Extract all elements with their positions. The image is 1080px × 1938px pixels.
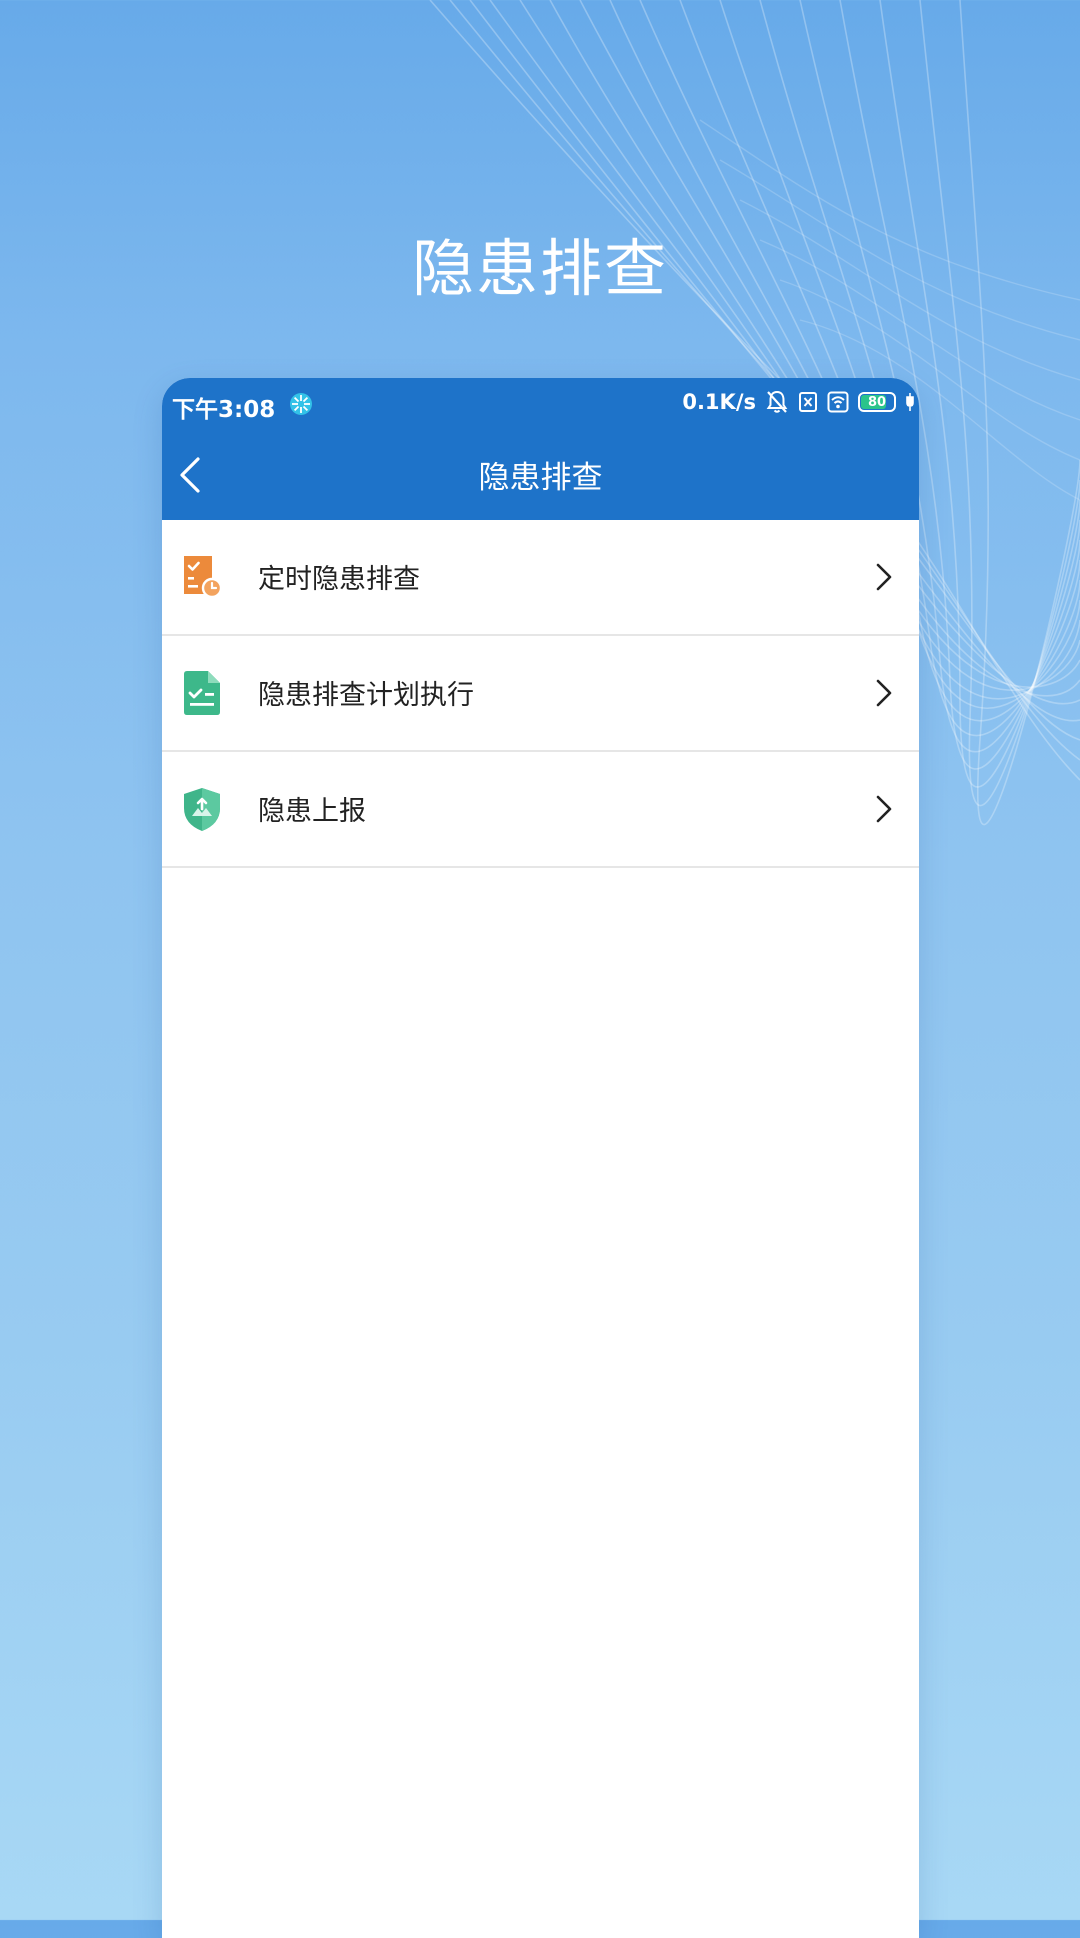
mute-bell-icon [766, 390, 788, 413]
battery-icon: 80 [858, 392, 896, 412]
hero-title: 隐患排查 [411, 232, 668, 305]
network-speed: 0.1K/s [682, 390, 756, 414]
menu-item-label: 隐患上报 [258, 796, 366, 827]
plan-checklist-icon [184, 671, 220, 715]
chevron-right-icon [876, 563, 892, 591]
wifi-icon [827, 391, 849, 413]
app-bar: 下午3:08 0.1K/s 80 隐患排查 [162, 378, 919, 520]
sim-off-icon [799, 392, 817, 412]
menu-list: 定时隐患排查 隐患排查计划执行 隐患上报 [162, 520, 919, 868]
menu-item-plan-execution[interactable]: 隐患排查计划执行 [162, 636, 919, 752]
charging-icon [906, 393, 914, 411]
phone-screen: 下午3:08 0.1K/s 80 隐患排查 定时隐患排查 隐患排查计划执行 隐患… [162, 378, 919, 1938]
status-bar: 下午3:08 0.1K/s 80 [162, 378, 919, 430]
status-right-group: 0.1K/s 80 [682, 388, 915, 416]
menu-item-label: 隐患排查计划执行 [258, 680, 474, 711]
app-notification-icon [290, 393, 312, 415]
battery-level-text: 80 [867, 394, 887, 410]
menu-item-hazard-report[interactable]: 隐患上报 [162, 752, 919, 868]
menu-item-scheduled-check[interactable]: 定时隐患排查 [162, 520, 919, 636]
report-shield-icon [184, 788, 220, 831]
nav-bar: 隐患排查 [162, 430, 919, 520]
chevron-right-icon [876, 679, 892, 707]
chevron-right-icon [876, 795, 892, 823]
status-time: 下午3:08 [172, 397, 276, 423]
menu-item-label: 定时隐患排查 [258, 564, 420, 595]
scheduled-check-icon [184, 556, 223, 599]
page-title: 隐患排查 [478, 460, 603, 496]
